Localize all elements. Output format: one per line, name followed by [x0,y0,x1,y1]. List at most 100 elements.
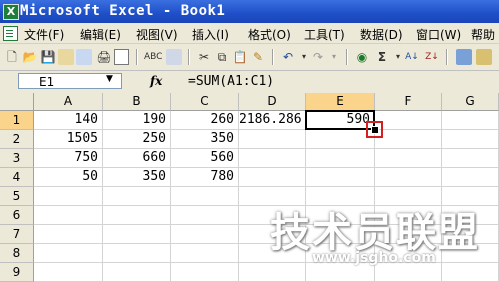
insert-hyperlink-icon[interactable]: ◉ [354,49,370,65]
title-bar: X Microsoft Excel - Book1 [0,0,499,23]
cell-e3[interactable] [306,149,375,168]
cut-icon[interactable]: ✂ [196,49,212,65]
cell-c9[interactable] [171,263,239,282]
undo-icon[interactable]: ↶ [280,49,296,65]
row-header-2[interactable]: 2 [0,130,34,149]
menu-view[interactable]: 视图(V) [136,26,178,43]
menu-window[interactable]: 窗口(W) [416,26,461,43]
cell-d4[interactable] [239,168,306,187]
cell-c4[interactable]: 780 [171,168,239,187]
column-header-a[interactable]: A [34,93,103,111]
row-header-5[interactable]: 5 [0,187,34,206]
row-header-9[interactable]: 9 [0,263,34,282]
cell-a1[interactable]: 140 [34,111,103,130]
column-header-d[interactable]: D [239,93,306,111]
cell-c2[interactable]: 350 [171,130,239,149]
print-icon[interactable]: 🖨 [96,49,112,65]
column-header-e[interactable]: E [306,93,375,111]
cell-a5[interactable] [34,187,103,206]
menu-file[interactable]: 文件(F) [24,26,64,43]
print-preview-icon[interactable] [114,49,129,65]
cell-d3[interactable] [239,149,306,168]
column-header-c[interactable]: C [171,93,239,111]
menu-tools[interactable]: 工具(T) [304,26,345,43]
cell-a7[interactable] [34,225,103,244]
cell-a8[interactable] [34,244,103,263]
cell-c6[interactable] [171,206,239,225]
cell-c1[interactable]: 260 [171,111,239,130]
name-box-dropdown-icon[interactable]: ▼ [106,74,113,84]
autosum-icon[interactable]: Σ [374,49,390,65]
column-header-f[interactable]: F [375,93,442,111]
cell-c5[interactable] [171,187,239,206]
cell-b3[interactable]: 660 [103,149,171,168]
cell-d9[interactable] [239,263,306,282]
column-header-g[interactable]: G [442,93,499,111]
cell-a9[interactable] [34,263,103,282]
cell-c7[interactable] [171,225,239,244]
new-icon[interactable]: 🗋 [4,49,20,65]
sort-ascending-icon[interactable]: A↓ [404,49,420,65]
save-icon[interactable]: 💾 [40,49,56,65]
cell-f4[interactable] [375,168,442,187]
cell-b2[interactable]: 250 [103,130,171,149]
cell-e2[interactable] [306,130,375,149]
menu-edit[interactable]: 编辑(E) [80,26,121,43]
cell-a3[interactable]: 750 [34,149,103,168]
sort-descending-icon[interactable]: Z↓ [424,49,440,65]
cell-g2[interactable] [442,130,499,149]
cell-b5[interactable] [103,187,171,206]
cell-b1[interactable]: 190 [103,111,171,130]
cell-g1[interactable] [442,111,499,130]
cell-f3[interactable] [375,149,442,168]
toolbar-separator [446,49,448,65]
menu-insert[interactable]: 插入(I) [192,26,229,43]
row-header-1[interactable]: 1 [0,111,34,130]
row-header-4[interactable]: 4 [0,168,34,187]
cell-c3[interactable]: 560 [171,149,239,168]
cell-g9[interactable] [442,263,499,282]
redo-icon[interactable]: ↷ [310,49,326,65]
row-header-3[interactable]: 3 [0,149,34,168]
row-header-6[interactable]: 6 [0,206,34,225]
research-icon[interactable] [166,49,182,65]
row-header-7[interactable]: 7 [0,225,34,244]
cell-b4[interactable]: 350 [103,168,171,187]
cell-a6[interactable] [34,206,103,225]
copy-icon[interactable]: ⧉ [214,49,230,65]
cell-b9[interactable] [103,263,171,282]
cell-g4[interactable] [442,168,499,187]
menu-format[interactable]: 格式(O) [248,26,291,43]
cell-e4[interactable] [306,168,375,187]
cell-a4[interactable]: 50 [34,168,103,187]
row-header-8[interactable]: 8 [0,244,34,263]
toolbar-separator [346,49,348,65]
open-icon[interactable]: 📂 [22,49,38,65]
cell-c8[interactable] [171,244,239,263]
cell-g3[interactable] [442,149,499,168]
format-painter-icon[interactable]: ✎ [250,49,266,65]
cell-d2[interactable] [239,130,306,149]
menu-help[interactable]: 帮助 [471,26,495,43]
document-icon[interactable] [3,26,18,41]
cell-b7[interactable] [103,225,171,244]
chart-wizard-icon[interactable] [456,49,472,65]
select-all-corner[interactable] [0,93,34,111]
menu-data[interactable]: 数据(D) [360,26,403,43]
cell-f2[interactable] [375,130,442,149]
cell-a2[interactable]: 1505 [34,130,103,149]
cell-e1[interactable]: 590 [306,111,375,130]
insert-function-icon[interactable]: fx [150,74,162,88]
formula-input[interactable]: =SUM(A1:C1) [188,74,274,89]
column-header-b[interactable]: B [103,93,171,111]
permission-icon[interactable] [58,49,74,65]
drawing-icon[interactable] [476,49,492,65]
spelling-icon[interactable]: ABC [144,49,162,65]
cell-b6[interactable] [103,206,171,225]
mail-icon[interactable] [76,49,92,65]
cell-d1[interactable]: 2186.286 [239,111,306,130]
cell-b8[interactable] [103,244,171,263]
redo-dropdown-icon[interactable]: ▾ [326,49,342,65]
paste-icon[interactable]: 📋 [232,49,248,65]
cell-f1[interactable] [375,111,442,130]
